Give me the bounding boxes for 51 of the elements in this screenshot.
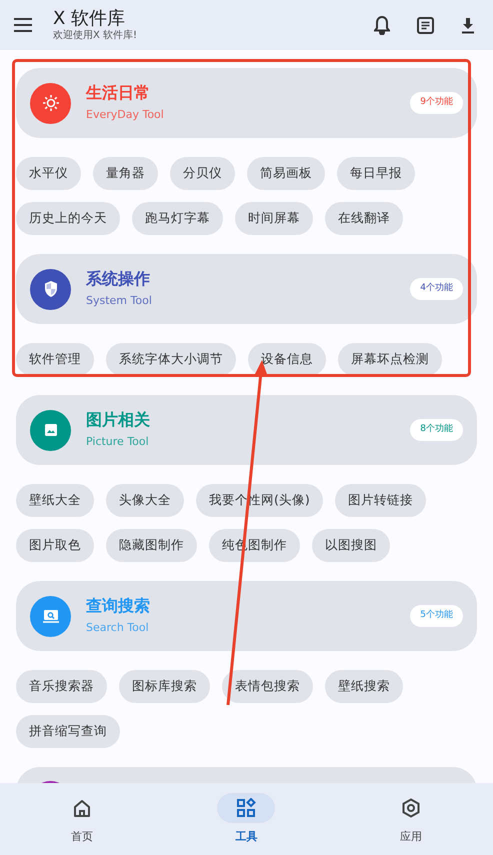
tool-chip[interactable]: 以图搜图 xyxy=(312,529,390,562)
category-title: 图片相关 xyxy=(86,409,150,432)
home-icon xyxy=(72,798,92,818)
widgets-icon xyxy=(236,798,256,818)
app-subtitle: 欢迎使用X 软件库! xyxy=(53,30,138,42)
nav-tab[interactable]: 工具 xyxy=(164,783,329,855)
tool-chip[interactable]: 跑马灯字幕 xyxy=(132,202,223,235)
category-title: 生活日常 xyxy=(86,82,151,104)
tool-chip[interactable]: 简易画板 xyxy=(247,157,325,190)
category-subtitle: Search Tool xyxy=(86,620,150,636)
category-card[interactable]: 系统操作 System Tool 4个功能 xyxy=(16,254,477,324)
download-icon[interactable] xyxy=(461,16,475,34)
menu-icon[interactable] xyxy=(14,18,32,32)
category-card[interactable]: 图片相关 Picture Tool 8个功能 xyxy=(16,395,477,465)
category-title: 查询搜索 xyxy=(86,595,150,618)
category-subtitle: Picture Tool xyxy=(86,434,150,450)
hexagon-icon xyxy=(400,798,421,818)
feature-count-badge: 5个功能 xyxy=(410,605,463,627)
tool-chip[interactable]: 音乐搜索器 xyxy=(16,670,107,703)
tool-chip[interactable]: 每日早报 xyxy=(337,157,415,190)
document-icon[interactable] xyxy=(417,16,434,34)
tool-chip[interactable]: 分贝仪 xyxy=(170,157,235,190)
nav-tab[interactable]: 应用 xyxy=(328,783,493,855)
bell-icon[interactable] xyxy=(374,16,390,34)
tool-chip[interactable]: 图标库搜索 xyxy=(119,670,210,703)
tool-chip[interactable]: 历史上的今天 xyxy=(16,202,120,235)
tool-chip[interactable]: 图片取色 xyxy=(16,529,94,562)
tool-chip[interactable]: 屏幕坏点检测 xyxy=(338,343,442,376)
tool-chip[interactable]: 表情包搜索 xyxy=(222,670,313,703)
category-title: 系统操作 xyxy=(86,268,151,290)
category-card[interactable]: 生活日常 EveryDay Tool 9个功能 xyxy=(16,68,477,138)
feature-count-badge: 4个功能 xyxy=(410,278,463,300)
tool-chip[interactable]: 水平仪 xyxy=(16,157,81,190)
tool-chip[interactable]: 设备信息 xyxy=(248,343,326,376)
feature-count-badge: 9个功能 xyxy=(410,92,463,114)
tool-chip[interactable]: 软件管理 xyxy=(16,343,94,376)
tool-chip[interactable]: 壁纸大全 xyxy=(16,484,94,517)
tool-chip[interactable]: 在线翻译 xyxy=(325,202,403,235)
tool-chip[interactable]: 图片转链接 xyxy=(334,484,426,517)
feature-count-badge: 8个功能 xyxy=(410,419,463,441)
tool-chip[interactable]: 量角器 xyxy=(93,157,158,190)
tool-chip[interactable]: 头像大全 xyxy=(106,484,184,517)
tool-chip[interactable]: 系统字体大小调节 xyxy=(106,343,236,376)
category-subtitle: System Tool xyxy=(86,293,152,310)
app-title: X 软件库 xyxy=(53,8,126,30)
tool-chip[interactable]: 时间屏幕 xyxy=(235,202,313,235)
tool-chip[interactable]: 壁纸搜索 xyxy=(325,670,403,703)
tool-chip[interactable]: 隐藏图制作 xyxy=(106,529,197,562)
category-subtitle: EveryDay Tool xyxy=(86,107,164,124)
tool-chip[interactable]: 拼音缩写查询 xyxy=(16,715,120,748)
nav-tab[interactable]: 首页 xyxy=(0,783,164,855)
